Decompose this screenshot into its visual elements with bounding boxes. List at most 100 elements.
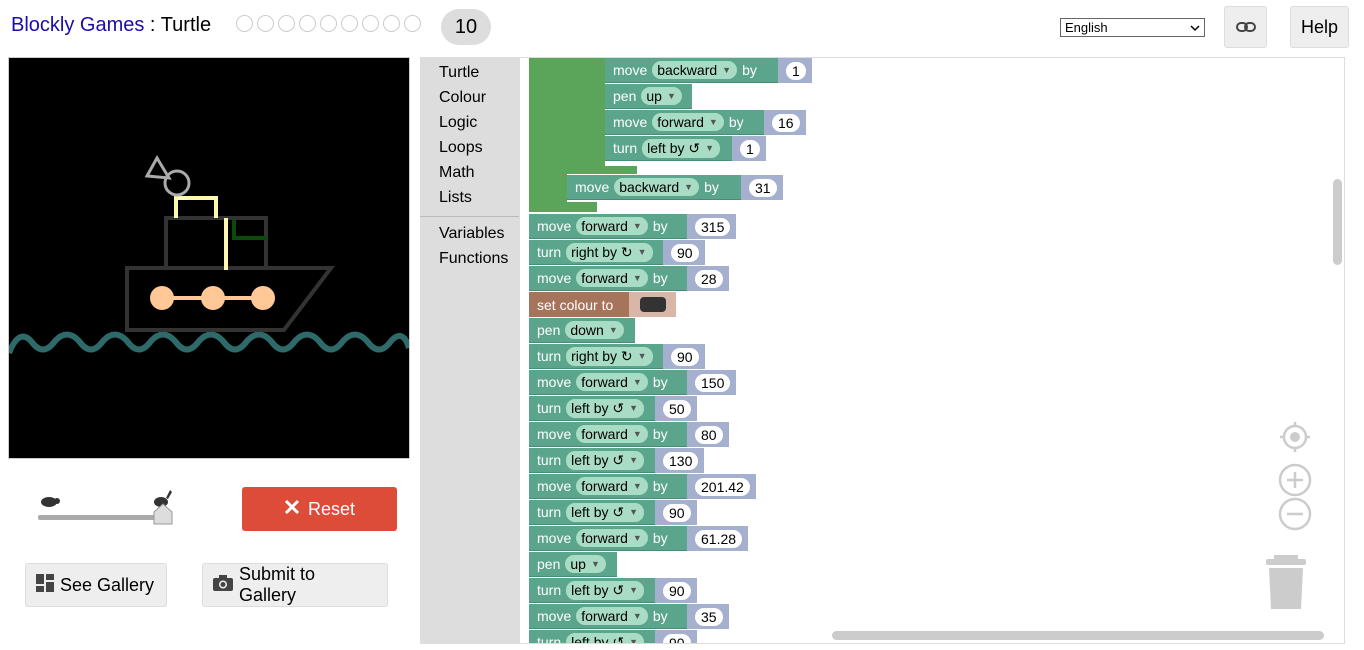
direction-dropdown[interactable]: forward ▼ [652, 113, 724, 131]
number-block[interactable]: 16 [764, 110, 806, 135]
category-variables[interactable]: Variables [439, 225, 505, 243]
turn-block[interactable]: turn left by ↺ ▼ [529, 578, 663, 603]
level-dot-4[interactable] [299, 15, 316, 32]
turn-dropdown[interactable]: left by ↺ ▼ [566, 632, 645, 643]
number-value[interactable]: 35 [695, 607, 723, 626]
category-functions[interactable]: Functions [439, 250, 508, 268]
turn-dropdown[interactable]: left by ↺ ▼ [566, 580, 645, 600]
pen-block[interactable]: pen up ▼ [529, 552, 617, 577]
level-dot-2[interactable] [257, 15, 274, 32]
category-lists[interactable]: Lists [439, 189, 472, 207]
number-value[interactable]: 130 [663, 451, 699, 470]
turn-dropdown[interactable]: right by ↻ ▼ [566, 242, 653, 262]
category-math[interactable]: Math [439, 164, 475, 182]
number-value[interactable]: 90 [663, 503, 691, 522]
category-turtle[interactable]: Turtle [439, 64, 479, 82]
number-block[interactable]: 130 [655, 448, 705, 473]
language-select[interactable]: English [1060, 18, 1205, 37]
trash-icon[interactable] [1264, 555, 1308, 616]
horizontal-scrollbar[interactable] [832, 631, 1324, 640]
number-block[interactable]: 28 [687, 266, 729, 291]
move-block[interactable]: move forward ▼ by [529, 604, 695, 629]
number-value[interactable]: 150 [695, 373, 731, 392]
number-block[interactable]: 90 [655, 578, 697, 603]
number-block[interactable]: 1 [778, 58, 812, 83]
blockly-games-link[interactable]: Blockly Games [11, 14, 144, 36]
turn-block[interactable]: turn left by ↺ ▼ [529, 448, 663, 473]
move-block[interactable]: move forward ▼ by [529, 266, 695, 291]
number-block[interactable]: 31 [741, 175, 783, 200]
direction-dropdown[interactable]: forward ▼ [576, 529, 648, 547]
pen-block[interactable]: pen down ▼ [529, 318, 635, 343]
number-value[interactable]: 1 [786, 61, 806, 80]
slider-handle[interactable] [153, 503, 173, 530]
number-block[interactable]: 90 [663, 240, 705, 265]
turn-block[interactable]: turn left by ↺ ▼ [605, 136, 740, 161]
speed-slider[interactable] [38, 515, 162, 520]
number-block[interactable]: 90 [655, 500, 697, 525]
move-block[interactable]: move forward ▼ by [529, 422, 695, 447]
level-dot-7[interactable] [362, 15, 379, 32]
move-block[interactable]: move backward ▼ by [567, 175, 749, 200]
number-value[interactable]: 80 [695, 425, 723, 444]
blockly-workspace[interactable]: move backward ▼ by 1 pen up ▼ move forward… [519, 57, 1345, 644]
number-block[interactable]: 61.28 [687, 526, 749, 551]
set-colour-block[interactable]: set colour to [529, 292, 637, 317]
see-gallery-button[interactable]: See Gallery [25, 563, 167, 607]
reset-button[interactable]: Reset [242, 487, 397, 531]
vertical-scrollbar[interactable] [1333, 179, 1342, 265]
turn-dropdown[interactable]: left by ↺ ▼ [566, 502, 645, 522]
number-value[interactable]: 201.42 [695, 477, 750, 496]
level-dot-5[interactable] [320, 15, 337, 32]
number-value[interactable]: 90 [663, 633, 691, 643]
inner-loop-block[interactable] [567, 58, 605, 172]
category-loops[interactable]: Loops [439, 139, 483, 157]
colour-swatch[interactable] [639, 297, 666, 312]
direction-dropdown[interactable]: forward ▼ [576, 217, 648, 235]
number-block[interactable]: 1 [732, 136, 766, 161]
move-block[interactable]: move forward ▼ by [529, 526, 695, 551]
pen-dropdown[interactable]: up ▼ [641, 87, 682, 105]
direction-dropdown[interactable]: backward ▼ [652, 61, 738, 79]
direction-dropdown[interactable]: forward ▼ [576, 477, 648, 495]
pen-block[interactable]: pen up ▼ [605, 84, 692, 109]
direction-dropdown[interactable]: forward ▼ [576, 269, 648, 287]
current-level-badge[interactable]: 10 [441, 9, 491, 45]
number-block[interactable]: 80 [687, 422, 729, 447]
level-dot-3[interactable] [278, 15, 295, 32]
number-value[interactable]: 315 [695, 217, 731, 236]
colour-picker[interactable] [629, 292, 676, 317]
turn-block[interactable]: turn left by ↺ ▼ [529, 396, 663, 421]
submit-gallery-button[interactable]: Submit to Gallery [202, 563, 388, 607]
direction-dropdown[interactable]: backward ▼ [614, 178, 700, 196]
number-value[interactable]: 90 [663, 581, 691, 600]
pen-dropdown[interactable]: down ▼ [565, 321, 624, 339]
move-block[interactable]: move forward ▼ by [529, 370, 695, 395]
direction-dropdown[interactable]: forward ▼ [576, 607, 648, 625]
move-block[interactable]: move backward ▼ by [605, 58, 788, 83]
direction-dropdown[interactable]: forward ▼ [576, 373, 648, 391]
number-block[interactable]: 150 [687, 370, 737, 395]
number-value[interactable]: 31 [749, 178, 777, 197]
turn-dropdown[interactable]: left by ↺ ▼ [642, 138, 721, 158]
number-value[interactable]: 28 [695, 269, 723, 288]
number-block[interactable]: 315 [687, 214, 737, 239]
turn-block[interactable]: turn left by ↺ ▼ [529, 500, 663, 525]
turn-dropdown[interactable]: right by ↻ ▼ [566, 346, 653, 366]
turn-block[interactable]: turn right by ↻ ▼ [529, 344, 671, 369]
category-colour[interactable]: Colour [439, 89, 486, 107]
number-block[interactable]: 50 [655, 396, 697, 421]
zoom-out-icon[interactable] [1278, 497, 1312, 536]
number-value[interactable]: 90 [671, 243, 699, 262]
level-dot-8[interactable] [383, 15, 400, 32]
number-value[interactable]: 50 [663, 399, 691, 418]
category-logic[interactable]: Logic [439, 114, 477, 132]
pen-dropdown[interactable]: up ▼ [565, 555, 606, 573]
turn-block[interactable]: turn left by ↺ ▼ [529, 630, 663, 643]
link-button[interactable] [1224, 6, 1267, 48]
number-block[interactable]: 90 [655, 630, 697, 643]
direction-dropdown[interactable]: forward ▼ [576, 425, 648, 443]
turn-dropdown[interactable]: left by ↺ ▼ [566, 450, 645, 470]
number-value[interactable]: 90 [671, 347, 699, 366]
help-button[interactable]: Help [1290, 6, 1349, 48]
